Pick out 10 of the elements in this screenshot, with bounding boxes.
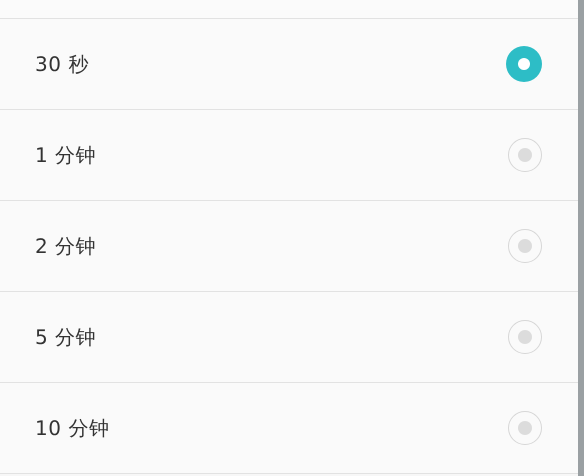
option-label: 1 分钟	[35, 142, 96, 168]
option-label: 30 秒	[35, 50, 89, 78]
radio-button[interactable]	[508, 229, 542, 263]
radio-button[interactable]	[508, 320, 542, 354]
option-label: 2 分钟	[35, 232, 96, 260]
option-label: 5 分钟	[35, 324, 96, 350]
radio-button[interactable]	[508, 138, 542, 172]
radio-button[interactable]	[506, 46, 542, 82]
option-label: 10 分钟	[35, 414, 110, 442]
radio-button[interactable]	[508, 411, 542, 445]
